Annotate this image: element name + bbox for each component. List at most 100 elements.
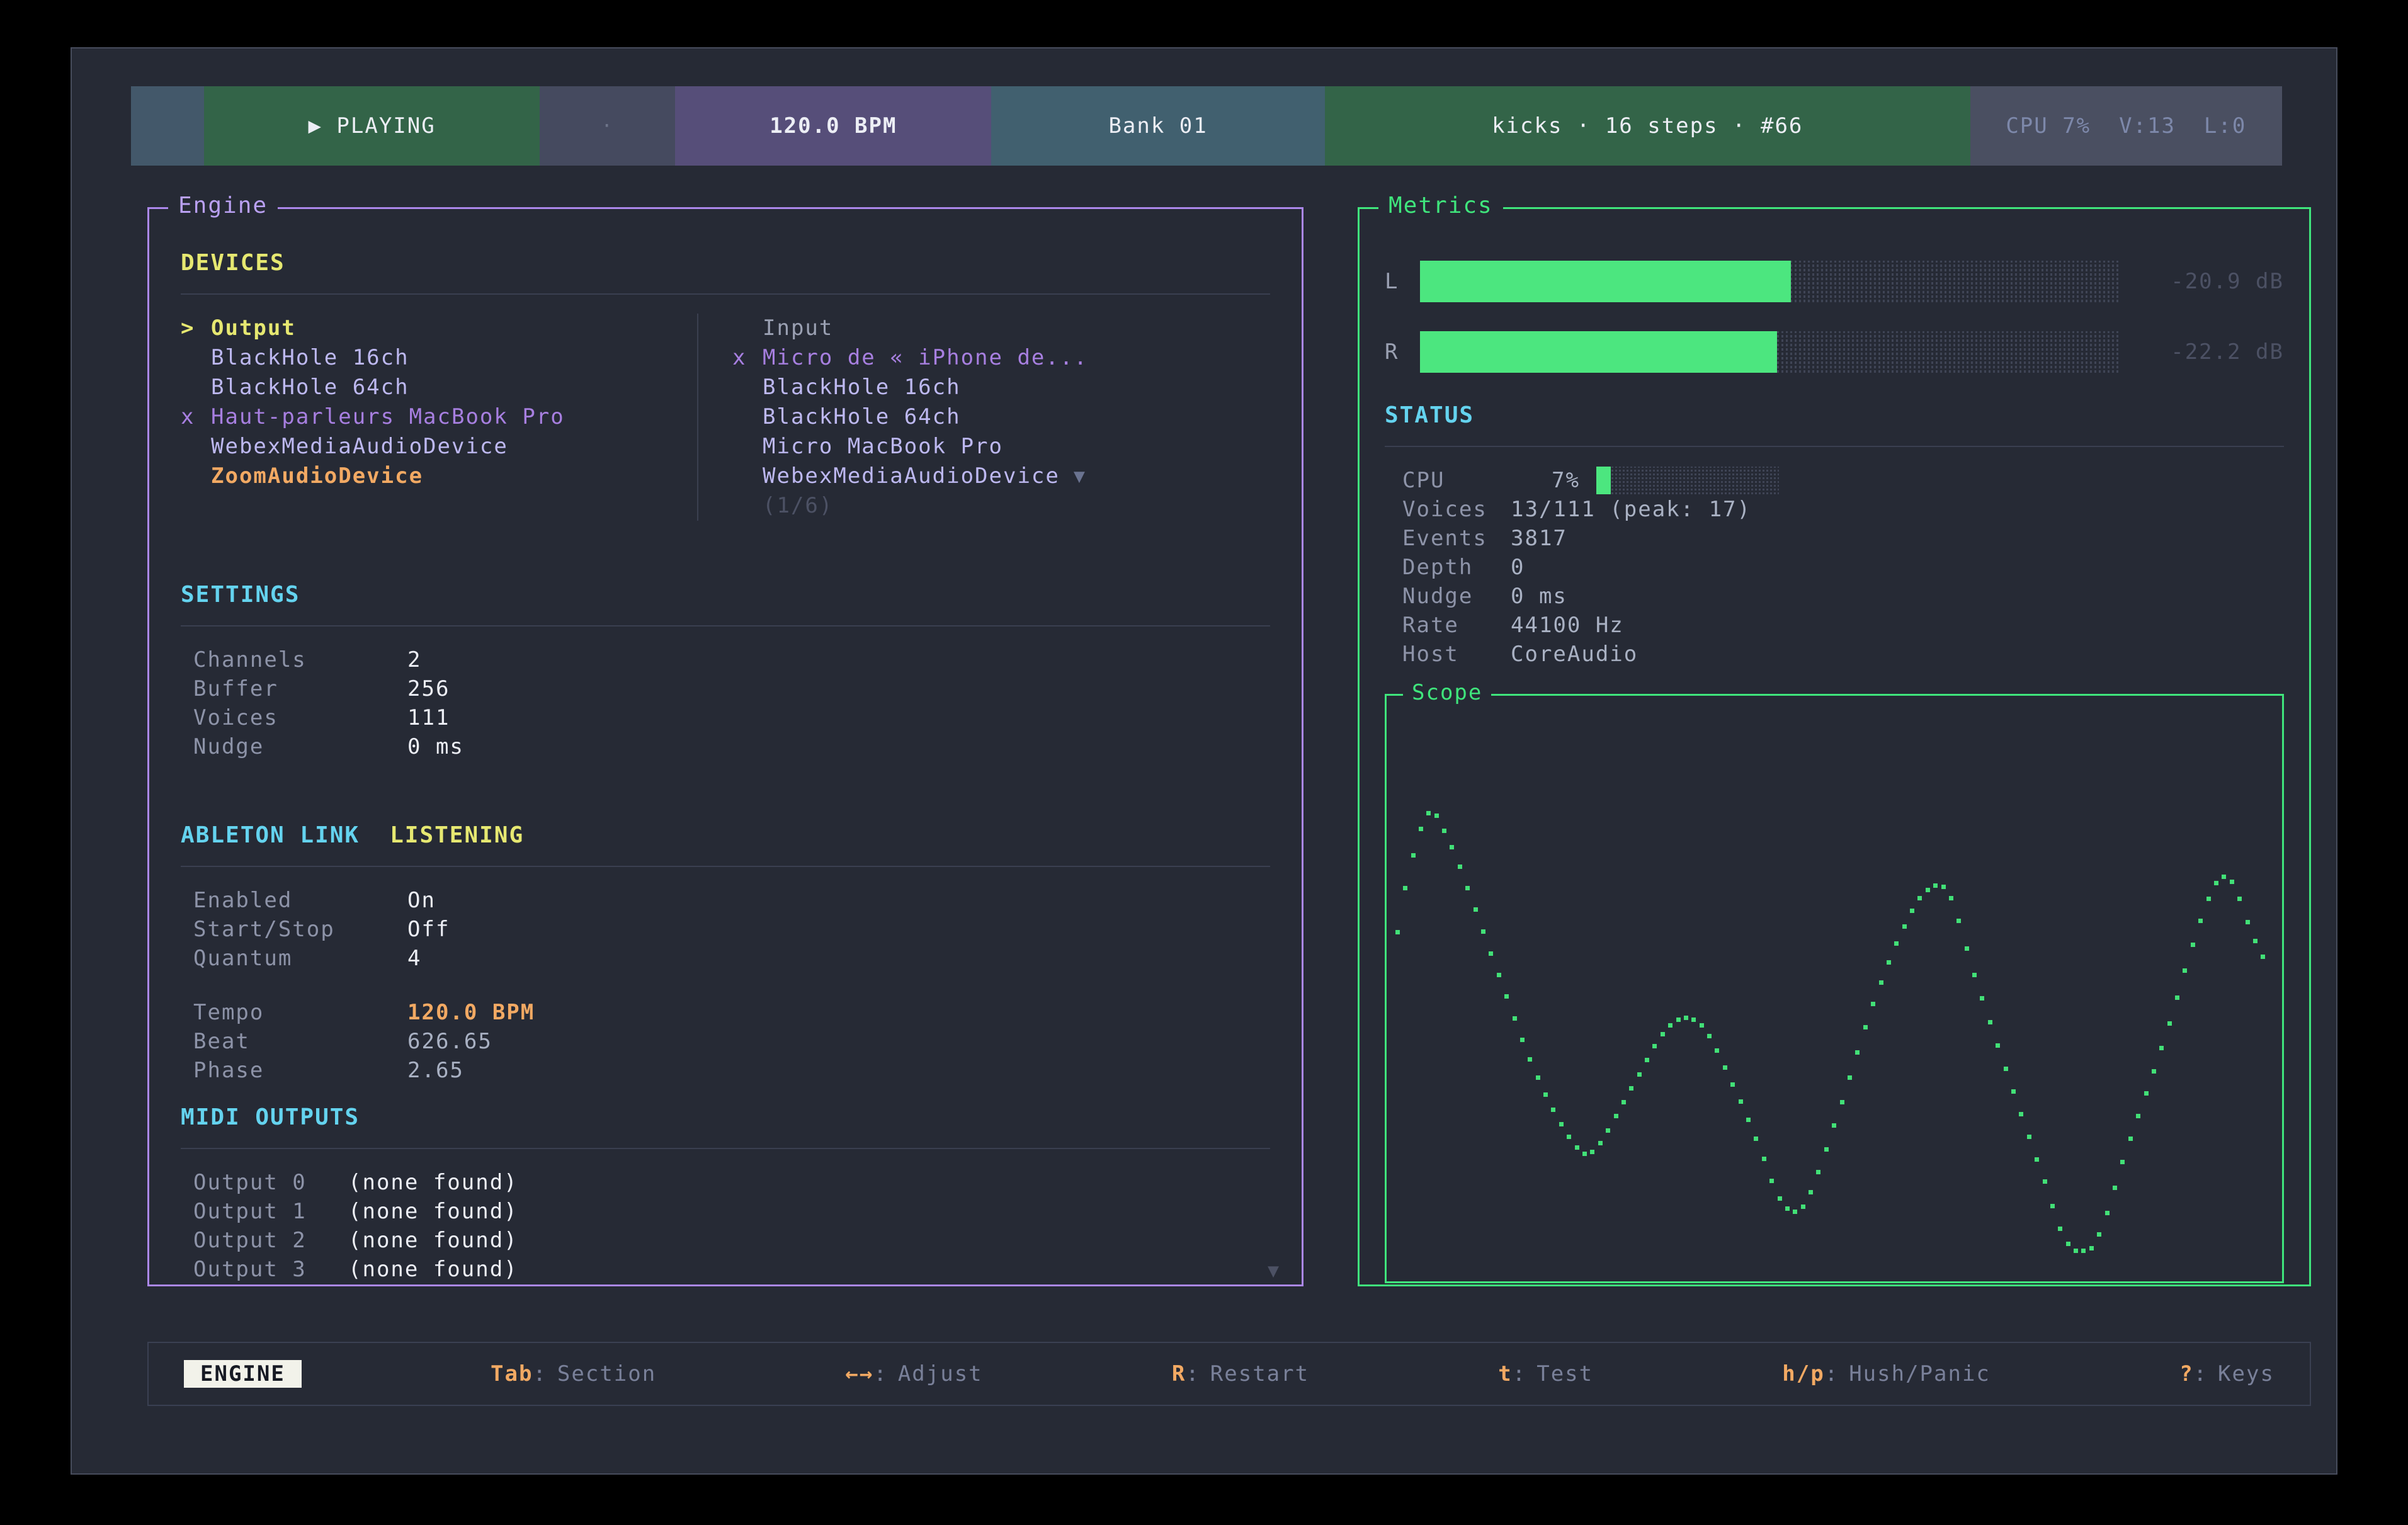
hint-keys[interactable]: ?:Keys [2179, 1361, 2275, 1386]
status-section-header: STATUS [1385, 402, 2284, 429]
scope-dot [2136, 1114, 2140, 1118]
scope-dot [2105, 1211, 2110, 1215]
scope-dot [1504, 994, 1509, 999]
scope-dot [2058, 1227, 2062, 1231]
scope-dot [2019, 1112, 2023, 1116]
scope-dot [1956, 919, 1961, 923]
hint-key: t [1498, 1361, 1512, 1386]
scope-dot [2004, 1067, 2008, 1071]
status-label: Nudge [1402, 582, 1511, 611]
scope-dot [1824, 1147, 1829, 1152]
scope-dot [1590, 1150, 1594, 1154]
status-label: Voices [1402, 495, 1511, 524]
device-marker [732, 491, 751, 521]
device-item[interactable]: WebexMediaAudioDevice [181, 432, 697, 462]
scope-dot [1481, 929, 1485, 934]
device-name: BlackHole 64ch [211, 373, 409, 402]
scope-dot [1778, 1196, 1782, 1201]
device-item[interactable]: BlackHole 64ch [732, 402, 1270, 432]
midi-output-row: Output 1(none found) [181, 1197, 1270, 1226]
device-item[interactable]: BlackHole 64ch [181, 373, 697, 402]
scope-dot [1972, 973, 1977, 977]
midi-output-label: Output 3 [193, 1255, 348, 1284]
settings-section-header: SETTINGS [181, 581, 1270, 609]
status-value: CoreAudio [1511, 640, 1638, 669]
hint-section[interactable]: Tab:Section [491, 1361, 656, 1386]
input-list-header[interactable]: Input [732, 314, 1270, 343]
hint-key: ←→ [845, 1361, 873, 1386]
scroll-down-icon[interactable]: ▼ [1268, 1260, 1280, 1282]
status-value: 0 [1511, 553, 1525, 582]
scope-dot [1395, 930, 1400, 934]
dropdown-arrow-icon[interactable]: ▼ [1074, 462, 1086, 491]
scope-dot [2159, 1046, 2164, 1050]
device-item[interactable]: BlackHole 16ch [732, 373, 1270, 402]
page-count-label: (1/6) [763, 491, 833, 521]
hint-restart[interactable]: R:Restart [1172, 1361, 1309, 1386]
meter-row-left: L -20.9 dB [1385, 261, 2284, 302]
tempo-row-value: 120.0 BPM [407, 998, 535, 1027]
link-row: Quantum4 [181, 944, 1270, 973]
metrics-panel: Metrics L -20.9 dB R -22.2 dB STATUS CPU… [1358, 207, 2311, 1286]
device-item[interactable]: BlackHole 16ch [181, 343, 697, 373]
scope-dot [1988, 1020, 1992, 1024]
scope-dot [1700, 1023, 1704, 1028]
status-header-label: STATUS [1385, 402, 1474, 428]
hint-test[interactable]: t:Test [1498, 1361, 1593, 1386]
scope-dot [1434, 814, 1439, 818]
scope-dot [1450, 845, 1454, 849]
setting-value: 0 ms [407, 732, 464, 761]
device-marker [732, 373, 751, 402]
setting-row: Channels2 [181, 645, 1270, 674]
device-name: BlackHole 64ch [763, 402, 961, 432]
output-list-header[interactable]: > Output [181, 314, 697, 343]
hint-desc: Restart [1210, 1361, 1309, 1386]
midi-output-value: (none found) [348, 1168, 518, 1197]
cpu-meter-track [1596, 467, 1779, 494]
scope-dot [2152, 1069, 2156, 1074]
device-marker [181, 432, 200, 462]
scope-dot [1661, 1032, 1665, 1036]
meter-right-db-value: -22.2 dB [2120, 339, 2284, 365]
scope-dot [2246, 920, 2250, 924]
device-name: Haut-parleurs MacBook Pro [211, 402, 565, 432]
device-item-selected[interactable]: x Haut-parleurs MacBook Pro [181, 402, 697, 432]
scope-dot [2097, 1232, 2101, 1237]
meter-left-fill [1420, 261, 1791, 302]
device-item-active[interactable]: ZoomAudioDevice [181, 462, 697, 491]
midi-output-value: (none found) [348, 1197, 518, 1226]
scope-dot [1637, 1072, 1642, 1077]
status-row: Rate44100 Hz [1385, 611, 2284, 640]
midi-output-row: Output 3(none found) [181, 1255, 1270, 1284]
hint-adjust[interactable]: ←→:Adjust [845, 1361, 982, 1386]
scope-dot [1691, 1018, 1696, 1022]
transport-status-label: ▶ PLAYING [308, 113, 435, 139]
scope-dot [2183, 968, 2187, 973]
device-marker [732, 462, 751, 491]
scope-dot [1403, 886, 1407, 890]
engine-panel: Engine DEVICES > Output BlackHole 16ch B [147, 207, 1303, 1286]
topbar-gap-segment: · [540, 86, 675, 166]
device-marker [181, 373, 200, 402]
scope-dot [2198, 919, 2203, 923]
device-item-selected[interactable]: x Micro de « iPhone de... [732, 343, 1270, 373]
status-cpu-row: CPU 7% [1385, 466, 2284, 495]
scope-dot [1559, 1122, 1564, 1126]
device-item[interactable]: Micro MacBook Pro [732, 432, 1270, 462]
link-label: Start/Stop [193, 915, 407, 944]
status-label: Host [1402, 640, 1511, 669]
link-status-badge: LISTENING [390, 822, 524, 848]
device-name: Micro MacBook Pro [763, 432, 1003, 462]
scope-dot [1848, 1075, 1852, 1080]
scope-dot [1513, 1016, 1517, 1021]
scope-dot [1809, 1190, 1813, 1194]
scope-dot [1528, 1057, 1532, 1062]
scope-dot [2253, 939, 2258, 943]
system-stats-label: CPU 7% V:13 L:0 [2006, 113, 2246, 139]
hint-hush-panic[interactable]: h/p:Hush/Panic [1782, 1361, 1991, 1386]
scope-dot [2237, 897, 2242, 901]
device-item[interactable]: WebexMediaAudioDevice ▼ [732, 462, 1270, 491]
selection-caret-icon: > [181, 314, 200, 343]
ableton-link-header-label: ABLETON LINK [181, 822, 360, 848]
scope-dot [1926, 888, 1930, 892]
